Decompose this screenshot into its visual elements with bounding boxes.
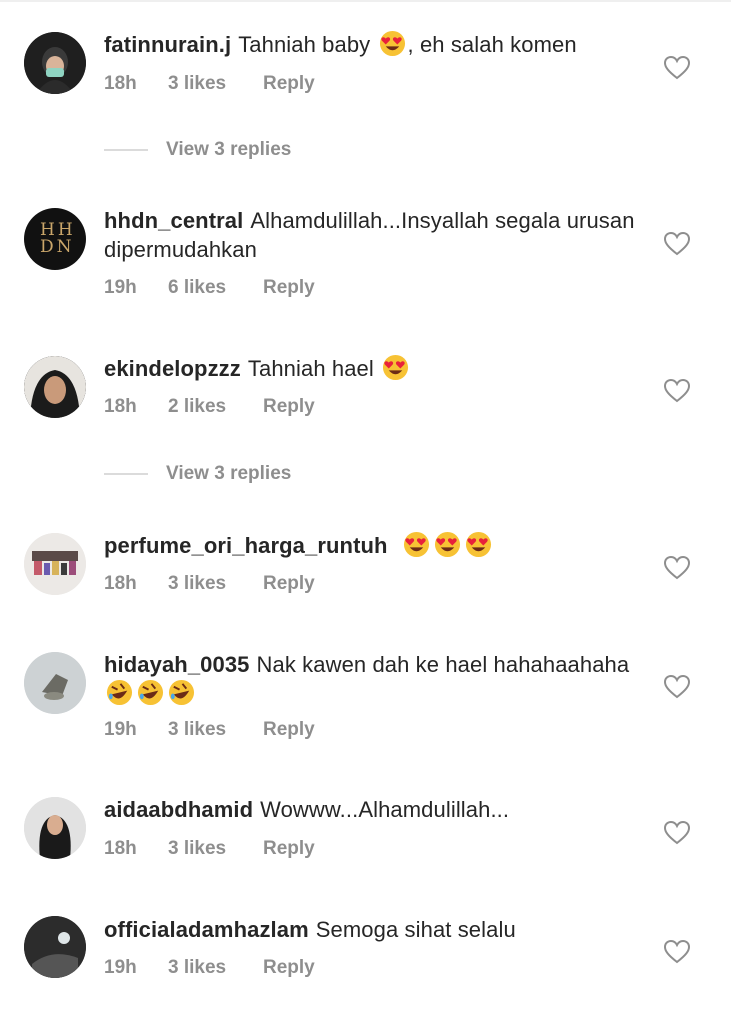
heart-eyes-emoji-icon [465, 531, 491, 558]
comment-username[interactable]: ekindelopzzz [104, 356, 241, 381]
like-heart-icon[interactable] [664, 56, 690, 80]
avatar[interactable] [24, 652, 86, 714]
reply-button[interactable]: Reply [263, 572, 315, 596]
avatar-image [24, 652, 86, 714]
comment-username[interactable]: fatinnurain.j [104, 32, 231, 57]
comment-text: hidayah_0035 Nak kawen dah ke hael hahaha… [104, 650, 644, 708]
avatar-image [24, 797, 86, 859]
avatar[interactable]: HH DN [24, 208, 86, 270]
comment-time: 18h [104, 73, 137, 94]
comment-username[interactable]: hhdn_central [104, 208, 243, 233]
avatar-image [24, 533, 86, 595]
heart-eyes-emoji-icon [383, 354, 409, 381]
reply-button[interactable]: Reply [263, 395, 315, 419]
view-replies-label: View 3 replies [166, 463, 292, 484]
reply-button[interactable]: Reply [263, 837, 315, 861]
replies-line [104, 473, 148, 475]
reply-button[interactable]: Reply [263, 72, 315, 96]
reply-button[interactable]: Reply [263, 276, 315, 300]
heart-eyes-emoji-icon [403, 531, 429, 558]
avatar-image [24, 356, 86, 418]
comment-text: perfume_ori_harga_runtuh [104, 531, 644, 560]
comment-username[interactable]: hidayah_0035 [104, 652, 250, 677]
comment-time: 18h [104, 838, 137, 859]
comment-likes[interactable]: 6 likes [168, 276, 263, 300]
avatar[interactable] [24, 533, 86, 595]
comment-username[interactable]: officialadamhazlam [104, 917, 309, 942]
rofl-emoji-icon [168, 679, 195, 706]
heart-eyes-emoji-icon [434, 531, 460, 558]
comment-body: Semoga sihat selalu [315, 917, 516, 942]
comment-text: officialadamhazlam Semoga sihat selalu [104, 915, 644, 944]
comment-body: Nak kawen dah ke hael hahahaahaha [256, 652, 630, 677]
comment-text: fatinnurain.j Tahniah baby , eh salah kom… [104, 30, 644, 59]
top-divider [0, 0, 731, 2]
comment-likes[interactable]: 3 likes [168, 956, 263, 980]
like-heart-icon[interactable] [664, 821, 690, 845]
view-replies-label: View 3 replies [166, 139, 292, 160]
avatar-image [24, 32, 86, 94]
hhdn-logo-line2: DN [40, 237, 75, 257]
comment-time: 19h [104, 719, 137, 740]
comment-meta: 18h 3 likes Reply [104, 72, 315, 96]
comment-meta: 19h 3 likes Reply [104, 956, 315, 980]
like-heart-icon[interactable] [664, 232, 690, 256]
comment-time: 18h [104, 396, 137, 417]
comment-likes[interactable]: 3 likes [168, 572, 263, 596]
comment-time: 18h [104, 573, 137, 594]
view-replies-button[interactable]: View 3 replies [104, 139, 291, 161]
comment-time: 19h [104, 957, 137, 978]
like-heart-icon[interactable] [664, 675, 690, 699]
like-heart-icon[interactable] [664, 556, 690, 580]
comment-time: 19h [104, 277, 137, 298]
comment-meta: 18h 3 likes Reply [104, 837, 315, 861]
rofl-emoji-icon [106, 679, 133, 706]
comment-meta: 18h 2 likes Reply [104, 395, 315, 419]
comment-likes[interactable]: 3 likes [168, 718, 263, 742]
comment-body-suffix: , eh salah komen [407, 32, 577, 57]
avatar[interactable] [24, 797, 86, 859]
rofl-emoji-icon [137, 679, 164, 706]
comment-likes[interactable]: 3 likes [168, 837, 263, 861]
avatar[interactable] [24, 916, 86, 978]
heart-eyes-emoji-icon [379, 30, 405, 57]
like-heart-icon[interactable] [664, 940, 690, 964]
comment-body: Tahniah baby [238, 32, 371, 57]
comment-meta: 18h 3 likes Reply [104, 572, 315, 596]
comment-body: Wowww...Alhamdulillah... [260, 797, 510, 822]
comment-username[interactable]: perfume_ori_harga_runtuh [104, 533, 388, 558]
reply-button[interactable]: Reply [263, 956, 315, 980]
comment-text: ekindelopzzz Tahniah hael [104, 354, 644, 383]
comment-meta: 19h 3 likes Reply [104, 718, 315, 742]
comment-text: aidaabdhamid Wowww...Alhamdulillah... [104, 795, 644, 824]
comment-meta: 19h 6 likes Reply [104, 276, 315, 300]
comment-text: hhdn_central Alhamdulillah...Insyallah se… [104, 206, 644, 264]
reply-button[interactable]: Reply [263, 718, 315, 742]
avatar[interactable] [24, 32, 86, 94]
comment-likes[interactable]: 2 likes [168, 395, 263, 419]
comment-likes[interactable]: 3 likes [168, 72, 263, 96]
avatar[interactable] [24, 356, 86, 418]
avatar-image [24, 916, 86, 978]
like-heart-icon[interactable] [664, 379, 690, 403]
comment-body: Tahniah hael [247, 356, 374, 381]
view-replies-button[interactable]: View 3 replies [104, 463, 291, 485]
replies-line [104, 149, 148, 151]
hhdn-logo: HH DN [40, 222, 76, 256]
comment-username[interactable]: aidaabdhamid [104, 797, 253, 822]
